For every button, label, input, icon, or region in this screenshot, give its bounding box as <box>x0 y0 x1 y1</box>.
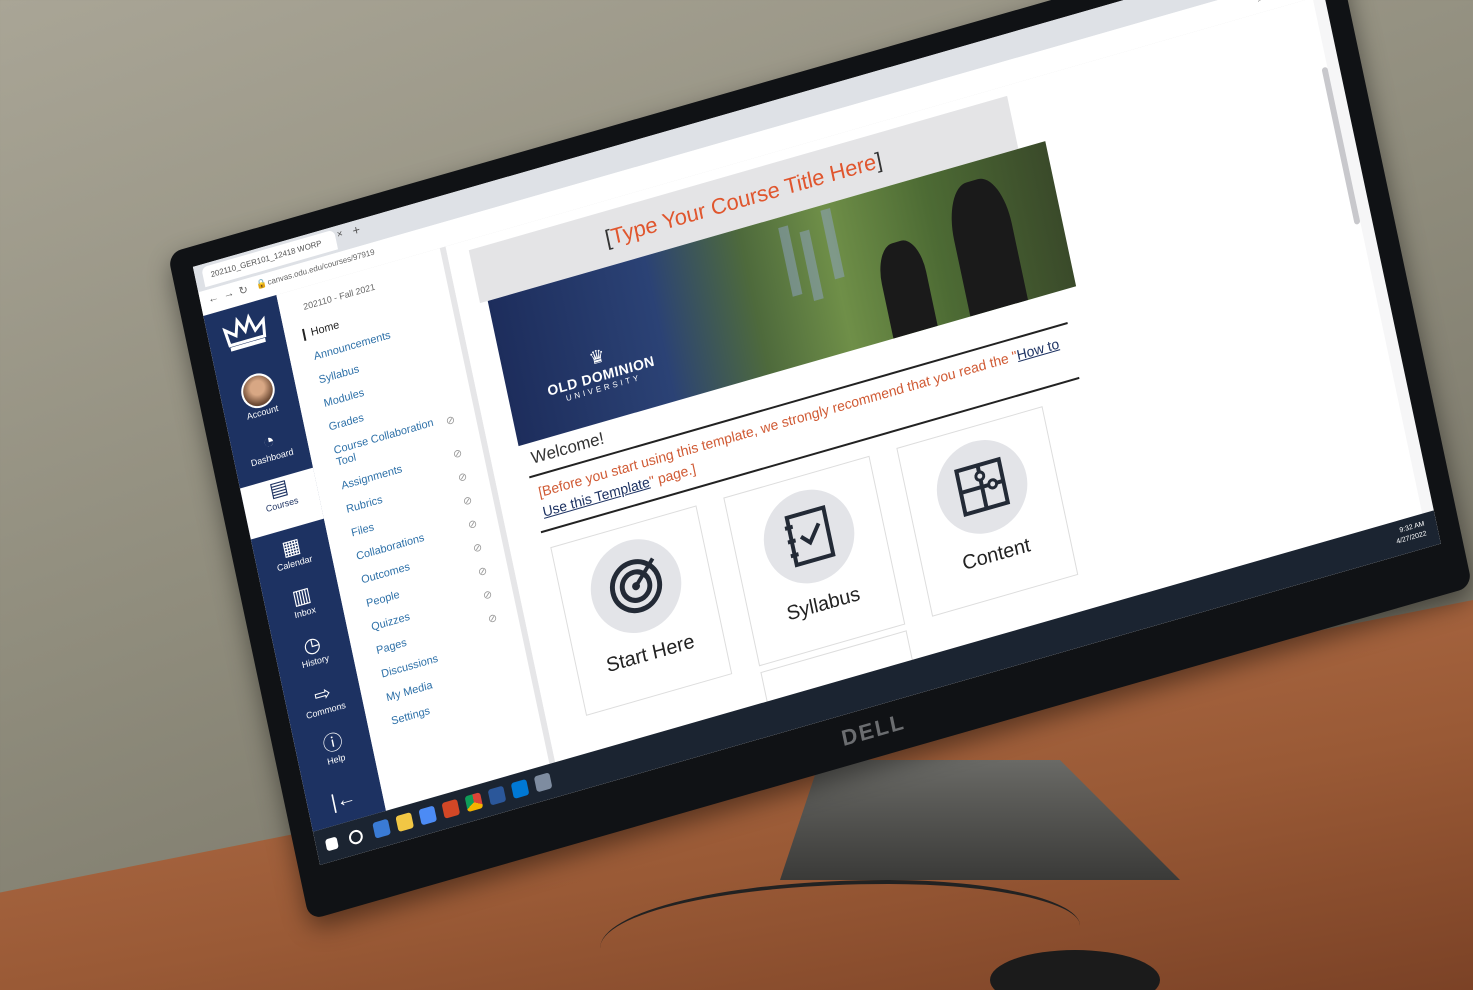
course-nav-grades[interactable]: Grades <box>328 412 365 434</box>
chrome-icon[interactable] <box>464 792 484 813</box>
tile-icon-circle <box>755 478 863 595</box>
tile-label: Content <box>960 534 1033 576</box>
student-figure <box>874 235 938 339</box>
start-icon[interactable] <box>324 836 339 852</box>
app-icon[interactable] <box>533 772 553 793</box>
global-nav-courses[interactable]: ▤ Courses <box>239 467 324 540</box>
hidden-eye-icon: ⊘ <box>462 494 474 509</box>
hidden-eye-icon: ⊘ <box>477 564 489 580</box>
page-scrollbar[interactable] <box>1321 66 1361 226</box>
forward-icon[interactable]: → <box>222 287 235 302</box>
course-nav-rubrics[interactable]: Rubrics <box>345 494 383 516</box>
tile-syllabus[interactable]: Syllabus <box>723 455 906 667</box>
banner-flag <box>799 229 824 302</box>
tile-content[interactable]: Content <box>896 406 1079 617</box>
global-nav-account[interactable]: Account <box>218 364 300 428</box>
global-nav-commons[interactable]: ⇨ Commons <box>284 673 364 725</box>
banner-flag <box>820 208 845 280</box>
powerpoint-icon[interactable] <box>441 798 461 819</box>
course-nav-quizzes[interactable]: Quizzes <box>370 611 411 634</box>
notebook-check-icon <box>784 504 836 568</box>
monitor-brand: DELL <box>839 708 908 752</box>
course-nav-assignments[interactable]: Assignments <box>340 463 403 492</box>
new-tab-icon[interactable]: + <box>351 222 361 239</box>
hidden-eye-icon: ⊘ <box>467 517 479 532</box>
global-nav-dashboard[interactable]: ◔ Dashboard <box>230 421 310 473</box>
outlook-icon[interactable] <box>510 778 530 800</box>
course-nav-modules[interactable]: Modules <box>323 387 365 410</box>
word-icon[interactable] <box>487 785 507 806</box>
course-nav-home[interactable]: Home <box>302 318 341 342</box>
target-icon <box>609 557 663 614</box>
course-nav-outcomes[interactable]: Outcomes <box>360 561 411 587</box>
store-icon[interactable] <box>418 805 438 826</box>
student-figure <box>943 172 1029 317</box>
course-nav-my-media[interactable]: My Media <box>385 679 433 704</box>
puzzle-icon <box>954 456 1011 518</box>
course-nav-discussions[interactable]: Discussions <box>380 653 439 681</box>
reload-icon[interactable]: ↻ <box>238 283 249 298</box>
course-nav-pages[interactable]: Pages <box>375 637 407 657</box>
course-term: 202110 - Fall 2021 <box>302 281 376 312</box>
global-nav-inbox[interactable]: ▥ Inbox <box>263 575 343 627</box>
system-tray-clock[interactable]: 9:32 AM 4/27/2022 <box>1394 520 1428 548</box>
global-nav-help[interactable]: ⓘ Help <box>294 723 374 775</box>
tile-icon-circle <box>928 429 1036 545</box>
hidden-eye-icon: ⊘ <box>487 611 499 627</box>
course-nav-people[interactable]: People <box>365 589 400 610</box>
course-nav-files[interactable]: Files <box>350 521 375 539</box>
tile-icon-circle <box>582 528 690 644</box>
course-nav-settings[interactable]: Settings <box>390 705 431 728</box>
back-icon[interactable]: ← <box>207 291 220 306</box>
course-nav-syllabus[interactable]: Syllabus <box>318 363 360 386</box>
hidden-eye-icon: ⊘ <box>457 470 469 485</box>
tile-label: Syllabus <box>784 582 863 626</box>
tile-start-here[interactable]: Start Here <box>550 505 733 716</box>
global-nav-history[interactable]: ◷ History <box>273 624 353 676</box>
odu-crown-logo[interactable] <box>221 309 270 354</box>
hidden-eye-icon: ⊘ <box>444 413 457 429</box>
edge-icon[interactable] <box>372 818 391 839</box>
banner-flag <box>778 225 803 297</box>
search-icon[interactable] <box>347 828 365 846</box>
tile-label: Start Here <box>604 630 697 678</box>
tab-close-icon[interactable]: × <box>336 228 344 240</box>
course-nav-collaborations[interactable]: Collaborations <box>355 532 425 563</box>
hidden-eye-icon: ⊘ <box>472 541 484 556</box>
odu-banner-logo: ♛ OLD DOMINION UNIVERSITY <box>542 332 658 408</box>
hidden-eye-icon: ⊘ <box>482 588 494 603</box>
file-explorer-icon[interactable] <box>395 811 415 833</box>
collapse-nav-icon[interactable]: |← <box>329 786 358 815</box>
hidden-eye-icon: ⊘ <box>452 447 464 462</box>
